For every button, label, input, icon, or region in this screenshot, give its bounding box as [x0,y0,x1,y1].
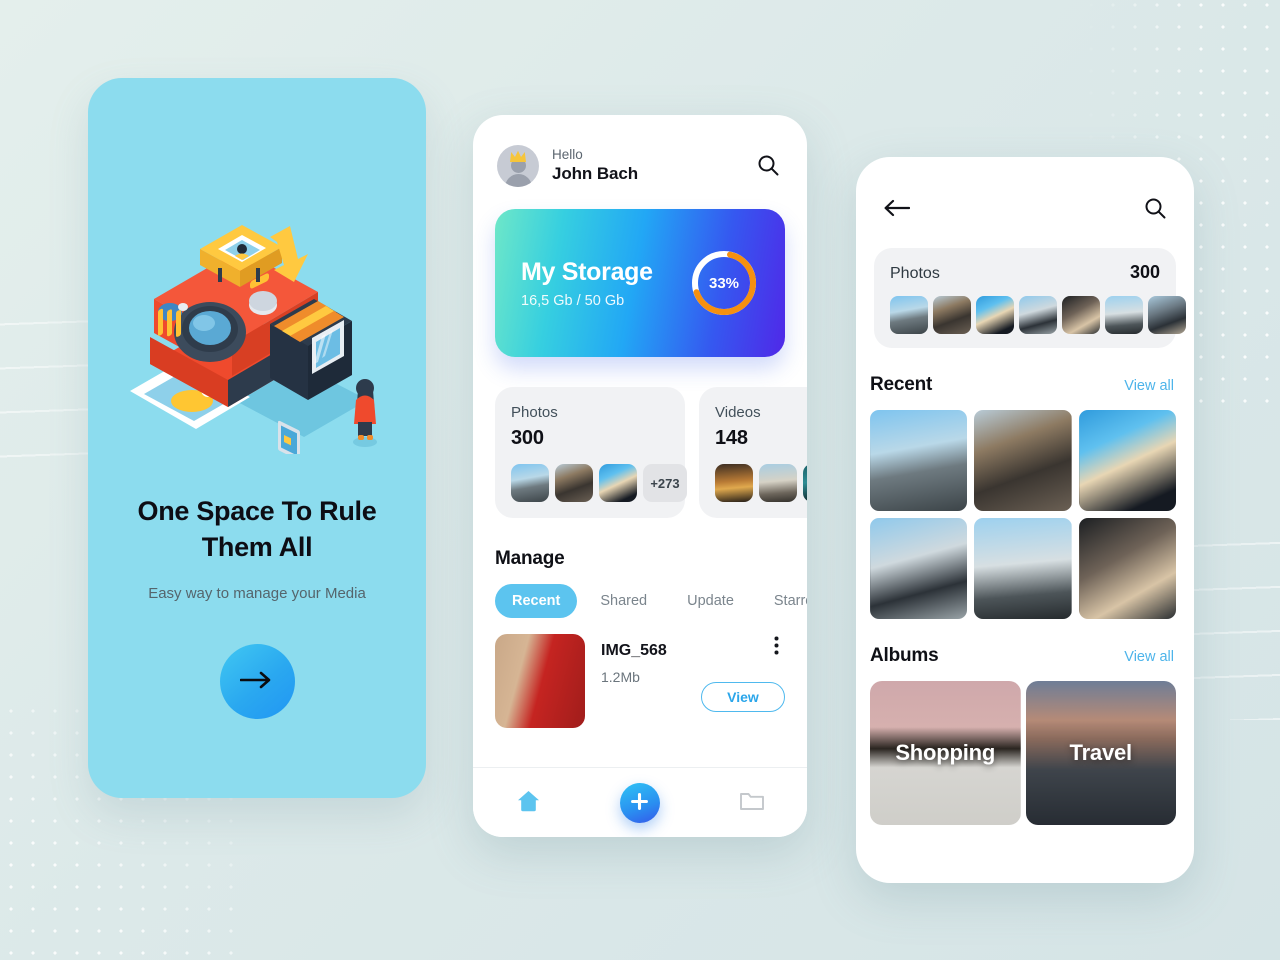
manage-title: Manage [495,548,565,569]
album-label: Shopping [895,740,996,765]
add-button[interactable] [619,782,660,823]
search-icon [757,154,779,179]
tab-shared[interactable]: Shared [583,584,664,618]
photos-thumbnail-strip [890,296,1186,334]
nav-home-button[interactable] [510,783,547,822]
search-button[interactable] [753,150,783,183]
plus-icon [630,792,649,814]
photos-label: Photos [890,265,940,282]
home-header: Hello John Bach [473,115,807,187]
albums-grid: Shopping Travel [856,667,1194,825]
albums-section-header: Albums View all [856,619,1194,667]
stat-thumbnails: +273 [511,464,687,502]
photo-cell[interactable] [1078,518,1176,619]
file-menu-button[interactable] [772,634,781,660]
tab-recent[interactable]: Recent [495,584,578,618]
stat-label: Photos [511,404,558,421]
file-list-item[interactable]: IMG_568 1.2Mb View [473,618,807,728]
home-screen: Hello John Bach My Storage 16,5 Gb / 50 … [473,115,807,837]
storage-title: My Storage [521,257,653,286]
thumbnail[interactable] [803,464,807,502]
manage-tabs: Recent Shared Update Starred [473,570,807,618]
thumbnail[interactable] [1105,296,1143,334]
onboarding-subtitle: Easy way to manage your Media [148,585,366,603]
photos-count: 300 [1129,262,1160,282]
recent-photo-grid [856,396,1194,619]
thumbnail[interactable] [1148,296,1186,334]
photo-cell[interactable] [1078,410,1176,511]
gallery-header [856,157,1194,226]
thumbnail[interactable] [1019,296,1057,334]
stat-count: 148 [715,427,748,449]
onboarding-title: One Space To Rule Them All [137,496,377,562]
camera-illustration [122,204,392,461]
photo-cell[interactable] [974,410,1072,511]
storage-card[interactable]: My Storage 16,5 Gb / 50 Gb 33% [495,209,785,357]
albums-title: Albums [870,645,939,666]
avatar[interactable] [497,145,539,187]
arrow-right-icon [239,671,274,692]
user-name: John Bach [552,164,639,184]
back-button[interactable] [880,195,914,224]
photo-cell[interactable] [870,410,968,511]
stat-card-photos[interactable]: Photos 300 +273 [495,387,687,518]
storage-percent-label: 33% [708,274,740,292]
avatar-body [504,174,532,187]
folder-icon [739,790,765,815]
thumbnail[interactable] [759,464,797,502]
stats-row: Photos 300 +273 Videos 148 [473,357,807,518]
file-name: IMG_568 [601,642,667,659]
photos-summary-card[interactable]: Photos 300 [874,248,1186,348]
storage-text: My Storage 16,5 Gb / 50 Gb [521,258,689,309]
thumbnail[interactable] [555,464,593,502]
thumbnail[interactable] [976,296,1014,334]
recent-title: Recent [870,374,933,395]
onboarding-next-button[interactable] [219,644,295,720]
gallery-screen: Photos 300 Recent View all Albums View a… [856,157,1194,883]
tab-update[interactable]: Update [670,584,751,618]
album-travel[interactable]: Travel [1025,681,1176,825]
stat-card-videos[interactable]: Videos 148 [699,387,807,518]
home-icon [516,789,541,816]
file-meta: IMG_568 1.2Mb [585,634,785,728]
storage-progress-ring: 33% [689,248,759,318]
onboarding-screen: One Space To Rule Them All Easy way to m… [88,78,426,798]
recent-view-all-link[interactable]: View all [1124,378,1174,394]
greeting-text: Hello [552,146,583,162]
stat-label: Videos [715,404,761,421]
storage-usage: 16,5 Gb / 50 Gb [521,292,625,309]
thumbnail[interactable] [599,464,637,502]
thumbnail[interactable] [1062,296,1100,334]
stat-count: 300 [511,427,544,449]
nav-folder-button[interactable] [733,784,771,821]
search-icon [1144,197,1166,222]
kebab-menu-icon [774,636,779,658]
crown-icon [509,150,527,168]
recent-section-header: Recent View all [856,348,1194,396]
thumbnail[interactable] [715,464,753,502]
arrow-left-icon [884,199,911,220]
photos-summary-header: Photos 300 [890,262,1160,283]
tab-starred[interactable]: Starred [757,584,807,618]
album-shopping[interactable]: Shopping [870,681,1021,825]
thumbnail[interactable] [933,296,971,334]
photo-cell[interactable] [974,518,1072,619]
stat-thumbnails [715,464,807,502]
file-thumbnail[interactable] [495,634,585,728]
gallery-search-button[interactable] [1140,193,1170,226]
bottom-navigation [473,767,807,837]
thumbnail[interactable] [890,296,928,334]
view-button[interactable]: View [701,682,785,712]
album-label: Travel [1069,740,1133,765]
thumbnail[interactable] [511,464,549,502]
stat-more-count[interactable]: +273 [643,464,687,502]
photo-cell[interactable] [870,518,968,619]
greeting-block: Hello John Bach [552,147,753,186]
albums-view-all-link[interactable]: View all [1124,649,1174,665]
